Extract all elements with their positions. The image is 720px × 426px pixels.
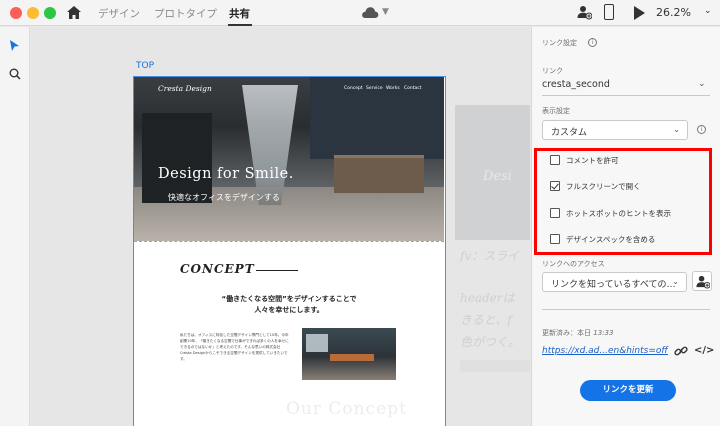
concept-heading: CONCEPT (180, 262, 255, 276)
play-icon[interactable] (634, 6, 645, 20)
faded-text: headerは (460, 291, 515, 305)
updated-time: 13:33 (593, 329, 614, 337)
access-value: リンクを知っているすべての… (551, 280, 676, 290)
user-add-icon (696, 275, 710, 289)
display-settings-label: 表示設定 (542, 107, 570, 115)
copy-link-icon[interactable] (674, 345, 688, 357)
tab-share[interactable]: 共有 (229, 6, 250, 21)
zoom-chevron-icon[interactable]: ⌄ (704, 6, 712, 16)
artboard-label[interactable]: TOP (136, 61, 154, 71)
zoom-level[interactable]: 26.2% (656, 6, 691, 19)
concept-lead: “働きたくなる空間”をデザインすることで (221, 295, 357, 303)
design-canvas[interactable]: Desi fv：スライ headerは きると、f 色がつく。 TOP Cres… (31, 27, 530, 426)
link-label: リンク (542, 67, 563, 75)
checkbox[interactable] (550, 208, 560, 218)
info-icon[interactable]: i (697, 125, 706, 134)
section-ghost-title: Our Concept (286, 399, 407, 419)
option-label: コメントを許可 (566, 156, 619, 165)
updated-prefix: 更新済み：本日 (542, 329, 591, 337)
site-nav-item: Concept (344, 86, 363, 91)
checkbox[interactable] (550, 234, 560, 244)
display-settings-select[interactable]: カスタム ⌄ (542, 120, 688, 140)
photo-table (330, 354, 374, 361)
faded-text: 色がつく。 (460, 335, 521, 349)
minimize-window-button[interactable] (27, 7, 39, 19)
access-label: リンクへのアクセス (542, 260, 605, 268)
left-toolbar (0, 27, 30, 426)
heading-rule (256, 270, 298, 271)
user-add-icon[interactable] (576, 4, 592, 20)
faded-text: きると、f (460, 313, 512, 327)
faded-block (460, 360, 530, 372)
option-label: デザインスペックを含める (566, 235, 656, 244)
select-tool-icon[interactable] (9, 39, 20, 52)
checkbox-checked[interactable] (550, 181, 560, 191)
tab-prototype[interactable]: プロトタイプ (154, 6, 217, 21)
display-settings-value: カスタム (551, 128, 588, 138)
option-label: ホットスポットのヒントを表示 (566, 209, 671, 218)
chevron-down-icon: ⌄ (672, 277, 679, 286)
share-link[interactable]: https://xd.ad...en&hints=off (542, 346, 668, 356)
checkbox[interactable] (550, 155, 560, 165)
close-window-button[interactable] (10, 7, 22, 19)
link-settings-label: リンク設定 (542, 39, 577, 47)
info-icon[interactable]: i (588, 38, 597, 47)
section-divider (134, 241, 444, 242)
hero-image: Cresta Design Concept Service Works Cont… (134, 77, 444, 241)
device-preview-icon[interactable] (604, 4, 614, 20)
zoom-window-button[interactable] (44, 7, 56, 19)
cloud-icon[interactable] (361, 6, 379, 19)
hero-shelf (334, 155, 424, 193)
site-logo: Cresta Design (158, 84, 212, 93)
search-icon[interactable] (9, 68, 21, 80)
chevron-down-icon[interactable]: ⌄ (698, 79, 706, 89)
chevron-down-icon[interactable]: ▼ (382, 7, 389, 17)
tab-design[interactable]: デザイン (98, 6, 140, 21)
home-icon[interactable] (66, 5, 82, 20)
invite-user-button[interactable] (692, 271, 712, 291)
hero-subtitle: 快適なオフィスをデザインする (168, 193, 280, 202)
concept-lead: 人々を幸せにします。 (254, 306, 324, 314)
input-underline (542, 95, 710, 96)
faded-text: fv：スライ (460, 249, 520, 263)
title-bar: デザイン プロトタイプ 共有 ▼ 26.2% ⌄ (0, 0, 720, 26)
site-nav-item: Works (386, 86, 400, 91)
hero-title: Design for Smile. (158, 166, 294, 182)
site-nav-item: Contact (404, 86, 422, 91)
chevron-down-icon: ⌄ (673, 125, 680, 134)
site-nav-item: Service (366, 86, 383, 91)
hero-cabinet (142, 113, 212, 203)
concept-photo (302, 328, 396, 380)
artboard-top[interactable]: Cresta Design Concept Service Works Cont… (133, 76, 446, 426)
photo-window (306, 334, 328, 352)
update-link-button[interactable]: リンクを更新 (580, 380, 676, 401)
divider (542, 309, 710, 310)
faded-text: Desi (483, 169, 512, 184)
active-tab-indicator (228, 24, 252, 26)
access-select[interactable]: リンクを知っているすべての… ⌄ (542, 272, 687, 292)
option-label: フルスクリーンで開く (566, 182, 641, 191)
last-updated: 更新済み：本日 13:33 (542, 328, 613, 338)
concept-body-text: 私たちは、オフィスに特化した空間デザイン専門として10年。今年創業10年、「働き… (180, 333, 289, 361)
share-panel: リンク設定 i リンク cresta_second ⌄ 表示設定 カスタム ⌄ … (531, 27, 720, 426)
link-name-input[interactable]: cresta_second (542, 79, 610, 90)
embed-code-icon[interactable]: </> (694, 345, 714, 356)
